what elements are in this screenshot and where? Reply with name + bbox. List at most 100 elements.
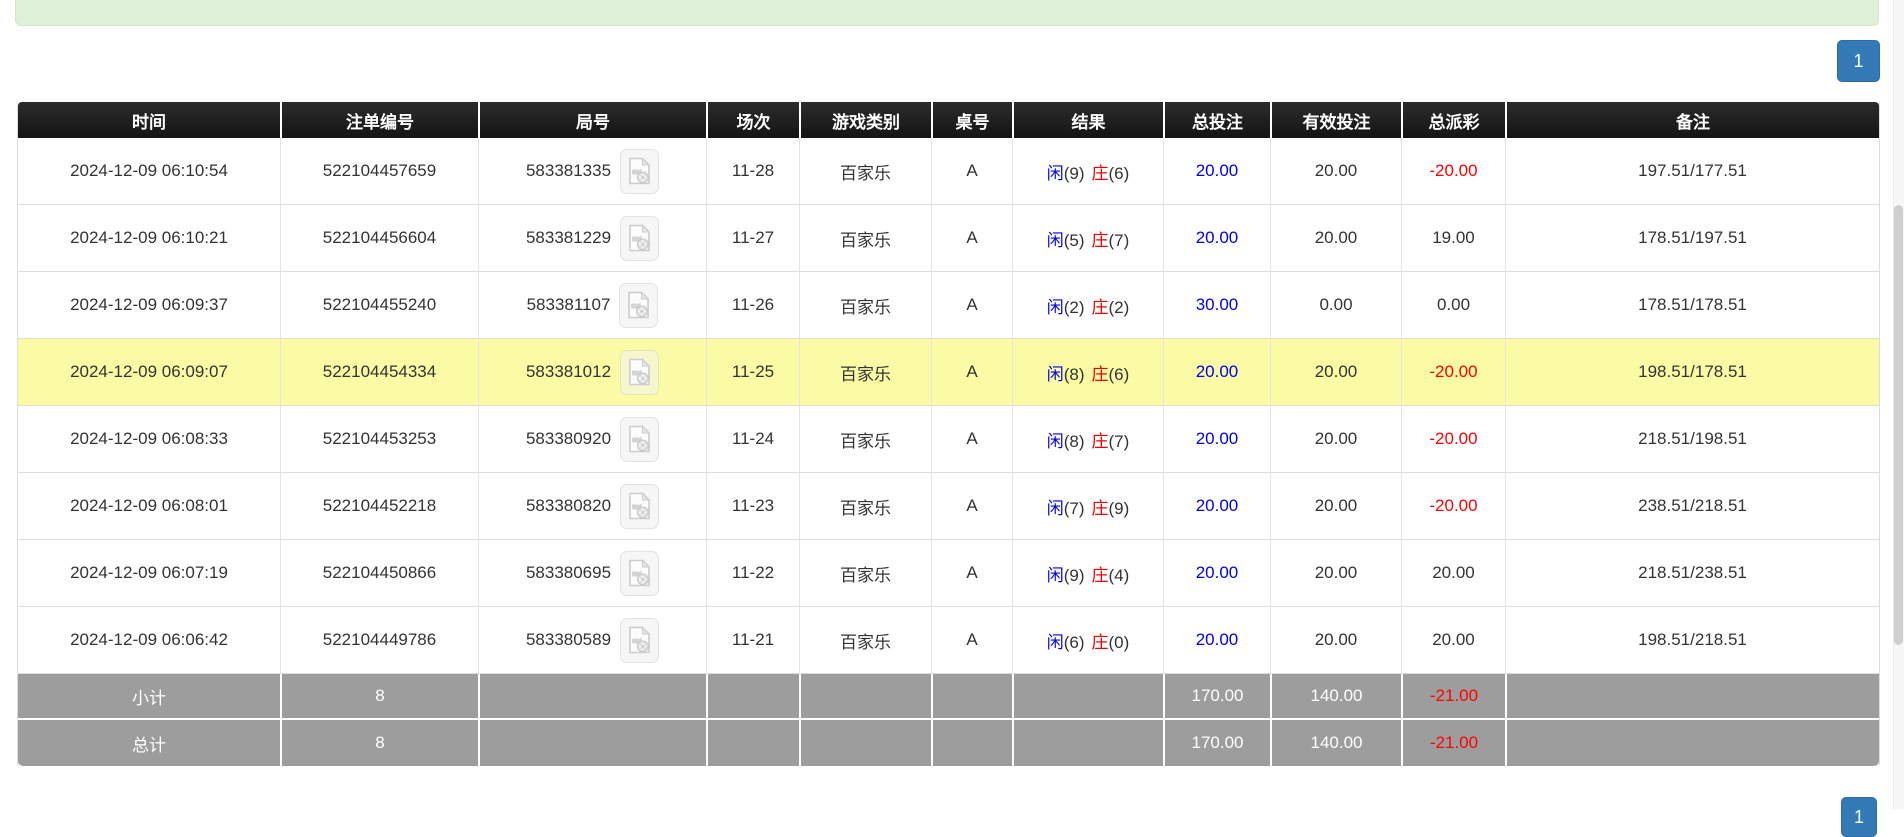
subtotal-row: 小计 8 170.00 140.00 -21.00: [18, 674, 1879, 720]
table-row: 2024-12-09 06:09:07 522104454334 5833810…: [18, 339, 1879, 406]
cell-table-no: A: [931, 406, 1012, 473]
cell-session: 11-24: [706, 406, 799, 473]
cell-table-no: A: [931, 540, 1012, 607]
video-replay-button[interactable]: [620, 551, 659, 596]
subtotal-label: 小计: [18, 674, 280, 720]
cell-time: 2024-12-09 06:09:37: [18, 272, 280, 339]
result-banker-score: (2): [1109, 298, 1130, 317]
result-banker-label: 庄: [1092, 432, 1109, 451]
video-replay-button[interactable]: [620, 417, 659, 462]
video-file-icon: [628, 492, 651, 520]
subtotal-empty-session: [706, 674, 799, 720]
result-player-score: (6): [1064, 633, 1085, 652]
result-player-label: 闲: [1047, 365, 1064, 384]
result-player-score: (9): [1064, 566, 1085, 585]
cell-round-id: 583381012: [478, 339, 706, 406]
col-game-type: 游戏类别: [799, 102, 931, 138]
result-player-score: (5): [1064, 231, 1085, 250]
video-replay-button[interactable]: [620, 216, 659, 261]
result-banker-label: 庄: [1092, 231, 1109, 250]
grand-total-empty-session: [706, 720, 799, 766]
col-result: 结果: [1012, 102, 1163, 138]
subtotal-count: 8: [280, 674, 478, 720]
cell-valid-bet: 20.00: [1270, 339, 1401, 406]
cell-valid-bet: 20.00: [1270, 205, 1401, 272]
grand-total-empty-game: [799, 720, 931, 766]
col-payout: 总派彩: [1401, 102, 1505, 138]
video-file-icon: [628, 358, 651, 386]
cell-table-no: A: [931, 607, 1012, 674]
cell-session: 11-21: [706, 607, 799, 674]
result-banker-score: (9): [1109, 499, 1130, 518]
video-file-icon: [628, 626, 651, 654]
cell-valid-bet: 20.00: [1270, 473, 1401, 540]
subtotal-empty-result: [1012, 674, 1163, 720]
cell-session: 11-26: [706, 272, 799, 339]
video-replay-button[interactable]: [620, 350, 659, 395]
col-valid-bet: 有效投注: [1270, 102, 1401, 138]
video-replay-button[interactable]: [620, 149, 659, 194]
result-banker-score: (0): [1109, 633, 1130, 652]
cell-bet-id: 522104456604: [280, 205, 478, 272]
cell-session: 11-27: [706, 205, 799, 272]
cell-time: 2024-12-09 06:08:33: [18, 406, 280, 473]
table-row: 2024-12-09 06:10:54 522104457659 5833813…: [18, 138, 1879, 205]
video-file-icon: [627, 291, 650, 319]
result-player-label: 闲: [1047, 231, 1064, 250]
cell-table-no: A: [931, 205, 1012, 272]
cell-total-bet: 20.00: [1163, 339, 1270, 406]
result-player-label: 闲: [1047, 566, 1064, 585]
col-table-no: 桌号: [931, 102, 1012, 138]
video-replay-button[interactable]: [620, 618, 659, 663]
cell-round-id: 583381335: [478, 138, 706, 205]
cell-bet-id: 522104449786: [280, 607, 478, 674]
cell-payout: 20.00: [1401, 607, 1505, 674]
subtotal-empty-game: [799, 674, 931, 720]
round-id-text: 583380820: [526, 496, 611, 516]
cell-result: 闲(9)庄(4): [1012, 540, 1163, 607]
vertical-scrollbar-track[interactable]: [1893, 0, 1904, 809]
pagination-page-1-top[interactable]: 1: [1837, 40, 1880, 82]
cell-table-no: A: [931, 272, 1012, 339]
result-banker-label: 庄: [1092, 298, 1109, 317]
cell-remark: 218.51/198.51: [1505, 406, 1879, 473]
result-banker-score: (6): [1109, 164, 1130, 183]
video-file-icon: [628, 425, 651, 453]
round-id-text: 583380589: [526, 630, 611, 650]
video-replay-button[interactable]: [620, 484, 659, 529]
success-alert: [15, 0, 1879, 26]
table-footer: 小计 8 170.00 140.00 -21.00 总计 8 170.00 14…: [18, 674, 1879, 766]
cell-remark: 218.51/238.51: [1505, 540, 1879, 607]
cell-result: 闲(8)庄(6): [1012, 339, 1163, 406]
col-time: 时间: [18, 102, 280, 138]
col-bet-id: 注单编号: [280, 102, 478, 138]
round-id-text: 583381229: [526, 228, 611, 248]
cell-bet-id: 522104457659: [280, 138, 478, 205]
result-player-score: (2): [1064, 298, 1085, 317]
cell-result: 闲(2)庄(2): [1012, 272, 1163, 339]
result-player-label: 闲: [1047, 432, 1064, 451]
pagination-page-1-bottom[interactable]: 1: [1841, 797, 1877, 837]
result-player-score: (8): [1064, 365, 1085, 384]
cell-table-no: A: [931, 473, 1012, 540]
cell-round-id: 583381107: [478, 272, 706, 339]
cell-bet-id: 522104455240: [280, 272, 478, 339]
video-file-icon: [628, 224, 651, 252]
cell-payout: -20.00: [1401, 339, 1505, 406]
cell-time: 2024-12-09 06:10:54: [18, 138, 280, 205]
table-row: 2024-12-09 06:08:01 522104452218 5833808…: [18, 473, 1879, 540]
cell-valid-bet: 20.00: [1270, 406, 1401, 473]
cell-session: 11-28: [706, 138, 799, 205]
cell-bet-id: 522104450866: [280, 540, 478, 607]
cell-game-type: 百家乐: [799, 607, 931, 674]
grand-total-empty-result: [1012, 720, 1163, 766]
grand-total-empty-round: [478, 720, 706, 766]
result-banker-score: (4): [1109, 566, 1130, 585]
vertical-scrollbar-thumb[interactable]: [1894, 205, 1903, 645]
cell-valid-bet: 20.00: [1270, 138, 1401, 205]
video-replay-button[interactable]: [619, 283, 658, 328]
cell-total-bet: 20.00: [1163, 406, 1270, 473]
round-id-text: 583381107: [527, 295, 611, 315]
table-row: 2024-12-09 06:06:42 522104449786 5833805…: [18, 607, 1879, 674]
result-player-label: 闲: [1047, 298, 1064, 317]
